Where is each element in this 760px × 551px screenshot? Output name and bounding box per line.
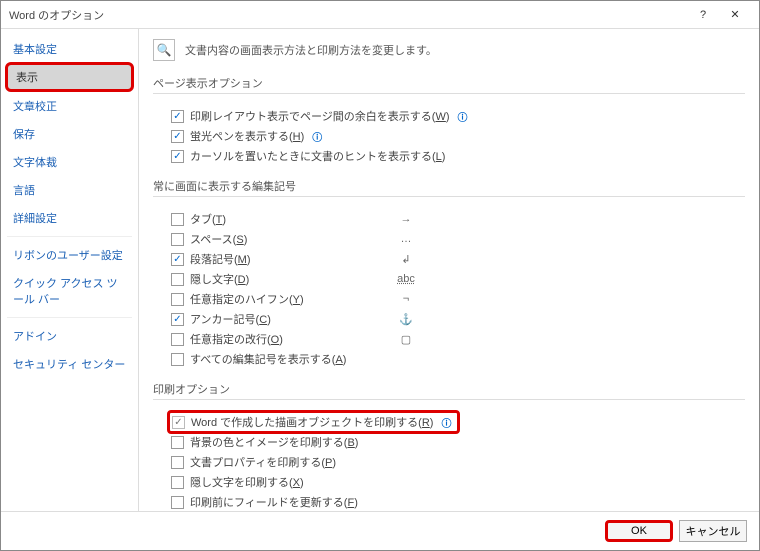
section-title-marks: 常に画面に表示する編集記号 <box>153 178 745 197</box>
opt-print-drawings[interactable]: Word で作成した描画オブジェクトを印刷する(R) ⓘ <box>171 412 741 432</box>
opt-print-props[interactable]: 文書プロパティを印刷する(P) <box>171 452 741 472</box>
hidden-symbol-icon: abc <box>396 273 416 285</box>
checkbox-icon[interactable] <box>171 313 184 326</box>
opt-break[interactable]: 任意指定の改行(O)▢ <box>171 329 741 349</box>
opt-paragraph[interactable]: 段落記号(M)↲ <box>171 249 741 269</box>
checkbox-icon[interactable] <box>171 130 184 143</box>
checkbox-icon[interactable] <box>171 293 184 306</box>
page-options: 印刷レイアウト表示でページ間の余白を表示する(W)ⓘ 蛍光ペンを表示する(H)ⓘ… <box>153 98 745 172</box>
opt-tab[interactable]: タブ(T)→ <box>171 209 741 229</box>
checkbox-icon[interactable] <box>171 213 184 226</box>
section-title-page: ページ表示オプション <box>153 75 745 94</box>
titlebar: Word のオプション ? ✕ <box>1 1 759 29</box>
info-icon[interactable]: ⓘ <box>441 415 451 430</box>
divider <box>7 236 132 237</box>
sidebar-item-advanced[interactable]: 詳細設定 <box>1 204 138 232</box>
checkbox-icon[interactable] <box>171 353 184 366</box>
sidebar-item-proofing[interactable]: 文章校正 <box>1 92 138 120</box>
section-title-print: 印刷オプション <box>153 381 745 400</box>
tab-symbol-icon: → <box>396 213 416 225</box>
checkbox-icon[interactable] <box>171 476 184 489</box>
checkbox-icon[interactable] <box>171 456 184 469</box>
content: 🔍 文書内容の画面表示方法と印刷方法を変更します。 ページ表示オプション 印刷レ… <box>139 29 759 511</box>
hyphen-symbol-icon: ¬ <box>396 293 416 305</box>
opt-hidden[interactable]: 隠し文字(D)abc <box>171 269 741 289</box>
sidebar-item-addins[interactable]: アドイン <box>1 322 138 350</box>
checkbox-icon[interactable] <box>171 150 184 163</box>
break-symbol-icon: ▢ <box>396 333 416 346</box>
opt-allmarks[interactable]: すべての編集記号を表示する(A) <box>171 349 741 369</box>
opt-space[interactable]: スペース(S)… <box>171 229 741 249</box>
checkbox-icon[interactable] <box>171 333 184 346</box>
sidebar-item-qat[interactable]: クイック アクセス ツール バー <box>1 269 138 313</box>
checkbox-icon[interactable] <box>171 233 184 246</box>
sidebar-item-ribbon[interactable]: リボンのユーザー設定 <box>1 241 138 269</box>
checkbox-icon[interactable] <box>171 496 184 509</box>
opt-page-whitespace[interactable]: 印刷レイアウト表示でページ間の余白を表示する(W)ⓘ <box>171 106 741 126</box>
print-options: Word で作成した描画オブジェクトを印刷する(R) ⓘ 背景の色とイメージを印… <box>153 404 745 511</box>
cancel-button[interactable]: キャンセル <box>679 520 747 542</box>
checkbox-icon[interactable] <box>171 253 184 266</box>
window-title: Word のオプション <box>9 7 687 23</box>
document-search-icon: 🔍 <box>153 39 175 61</box>
info-icon[interactable]: ⓘ <box>312 129 322 144</box>
sidebar-item-language[interactable]: 言語 <box>1 176 138 204</box>
space-symbol-icon: … <box>396 233 416 245</box>
opt-tooltips[interactable]: カーソルを置いたときに文書のヒントを表示する(L) <box>171 146 741 166</box>
sidebar: 基本設定 表示 文章校正 保存 文字体裁 言語 詳細設定 リボンのユーザー設定 … <box>1 29 139 511</box>
sidebar-item-security[interactable]: セキュリティ センター <box>1 350 138 378</box>
sidebar-item-save[interactable]: 保存 <box>1 120 138 148</box>
sidebar-item-basic[interactable]: 基本設定 <box>1 35 138 63</box>
close-button[interactable]: ✕ <box>719 1 751 29</box>
opt-print-hidden[interactable]: 隠し文字を印刷する(X) <box>171 472 741 492</box>
sidebar-item-display[interactable]: 表示 <box>5 62 134 92</box>
info-icon[interactable]: ⓘ <box>458 109 468 124</box>
dialog-body: 基本設定 表示 文章校正 保存 文字体裁 言語 詳細設定 リボンのユーザー設定 … <box>1 29 759 511</box>
checkbox-icon[interactable] <box>171 436 184 449</box>
highlighted-option: Word で作成した描画オブジェクトを印刷する(R) ⓘ <box>167 410 460 434</box>
checkbox-icon[interactable] <box>171 110 184 123</box>
header-text: 文書内容の画面表示方法と印刷方法を変更します。 <box>185 42 437 58</box>
marks-options: タブ(T)→ スペース(S)… 段落記号(M)↲ 隠し文字(D)abc 任意指定… <box>153 201 745 375</box>
opt-print-fields[interactable]: 印刷前にフィールドを更新する(F) <box>171 492 741 511</box>
anchor-symbol-icon: ⚓ <box>396 313 416 326</box>
checkbox-icon[interactable] <box>171 273 184 286</box>
footer: OK キャンセル <box>1 511 759 550</box>
content-header: 🔍 文書内容の画面表示方法と印刷方法を変更します。 <box>153 39 745 61</box>
opt-anchor[interactable]: アンカー記号(C)⚓ <box>171 309 741 329</box>
sidebar-item-typography[interactable]: 文字体裁 <box>1 148 138 176</box>
options-dialog: Word のオプション ? ✕ 基本設定 表示 文章校正 保存 文字体裁 言語 … <box>0 0 760 551</box>
ok-button[interactable]: OK <box>605 520 673 542</box>
help-button[interactable]: ? <box>687 1 719 29</box>
paragraph-symbol-icon: ↲ <box>396 253 416 266</box>
checkbox-icon[interactable] <box>172 416 185 429</box>
opt-print-bg[interactable]: 背景の色とイメージを印刷する(B) <box>171 432 741 452</box>
divider <box>7 317 132 318</box>
opt-hyphen[interactable]: 任意指定のハイフン(Y)¬ <box>171 289 741 309</box>
opt-highlighter[interactable]: 蛍光ペンを表示する(H)ⓘ <box>171 126 741 146</box>
